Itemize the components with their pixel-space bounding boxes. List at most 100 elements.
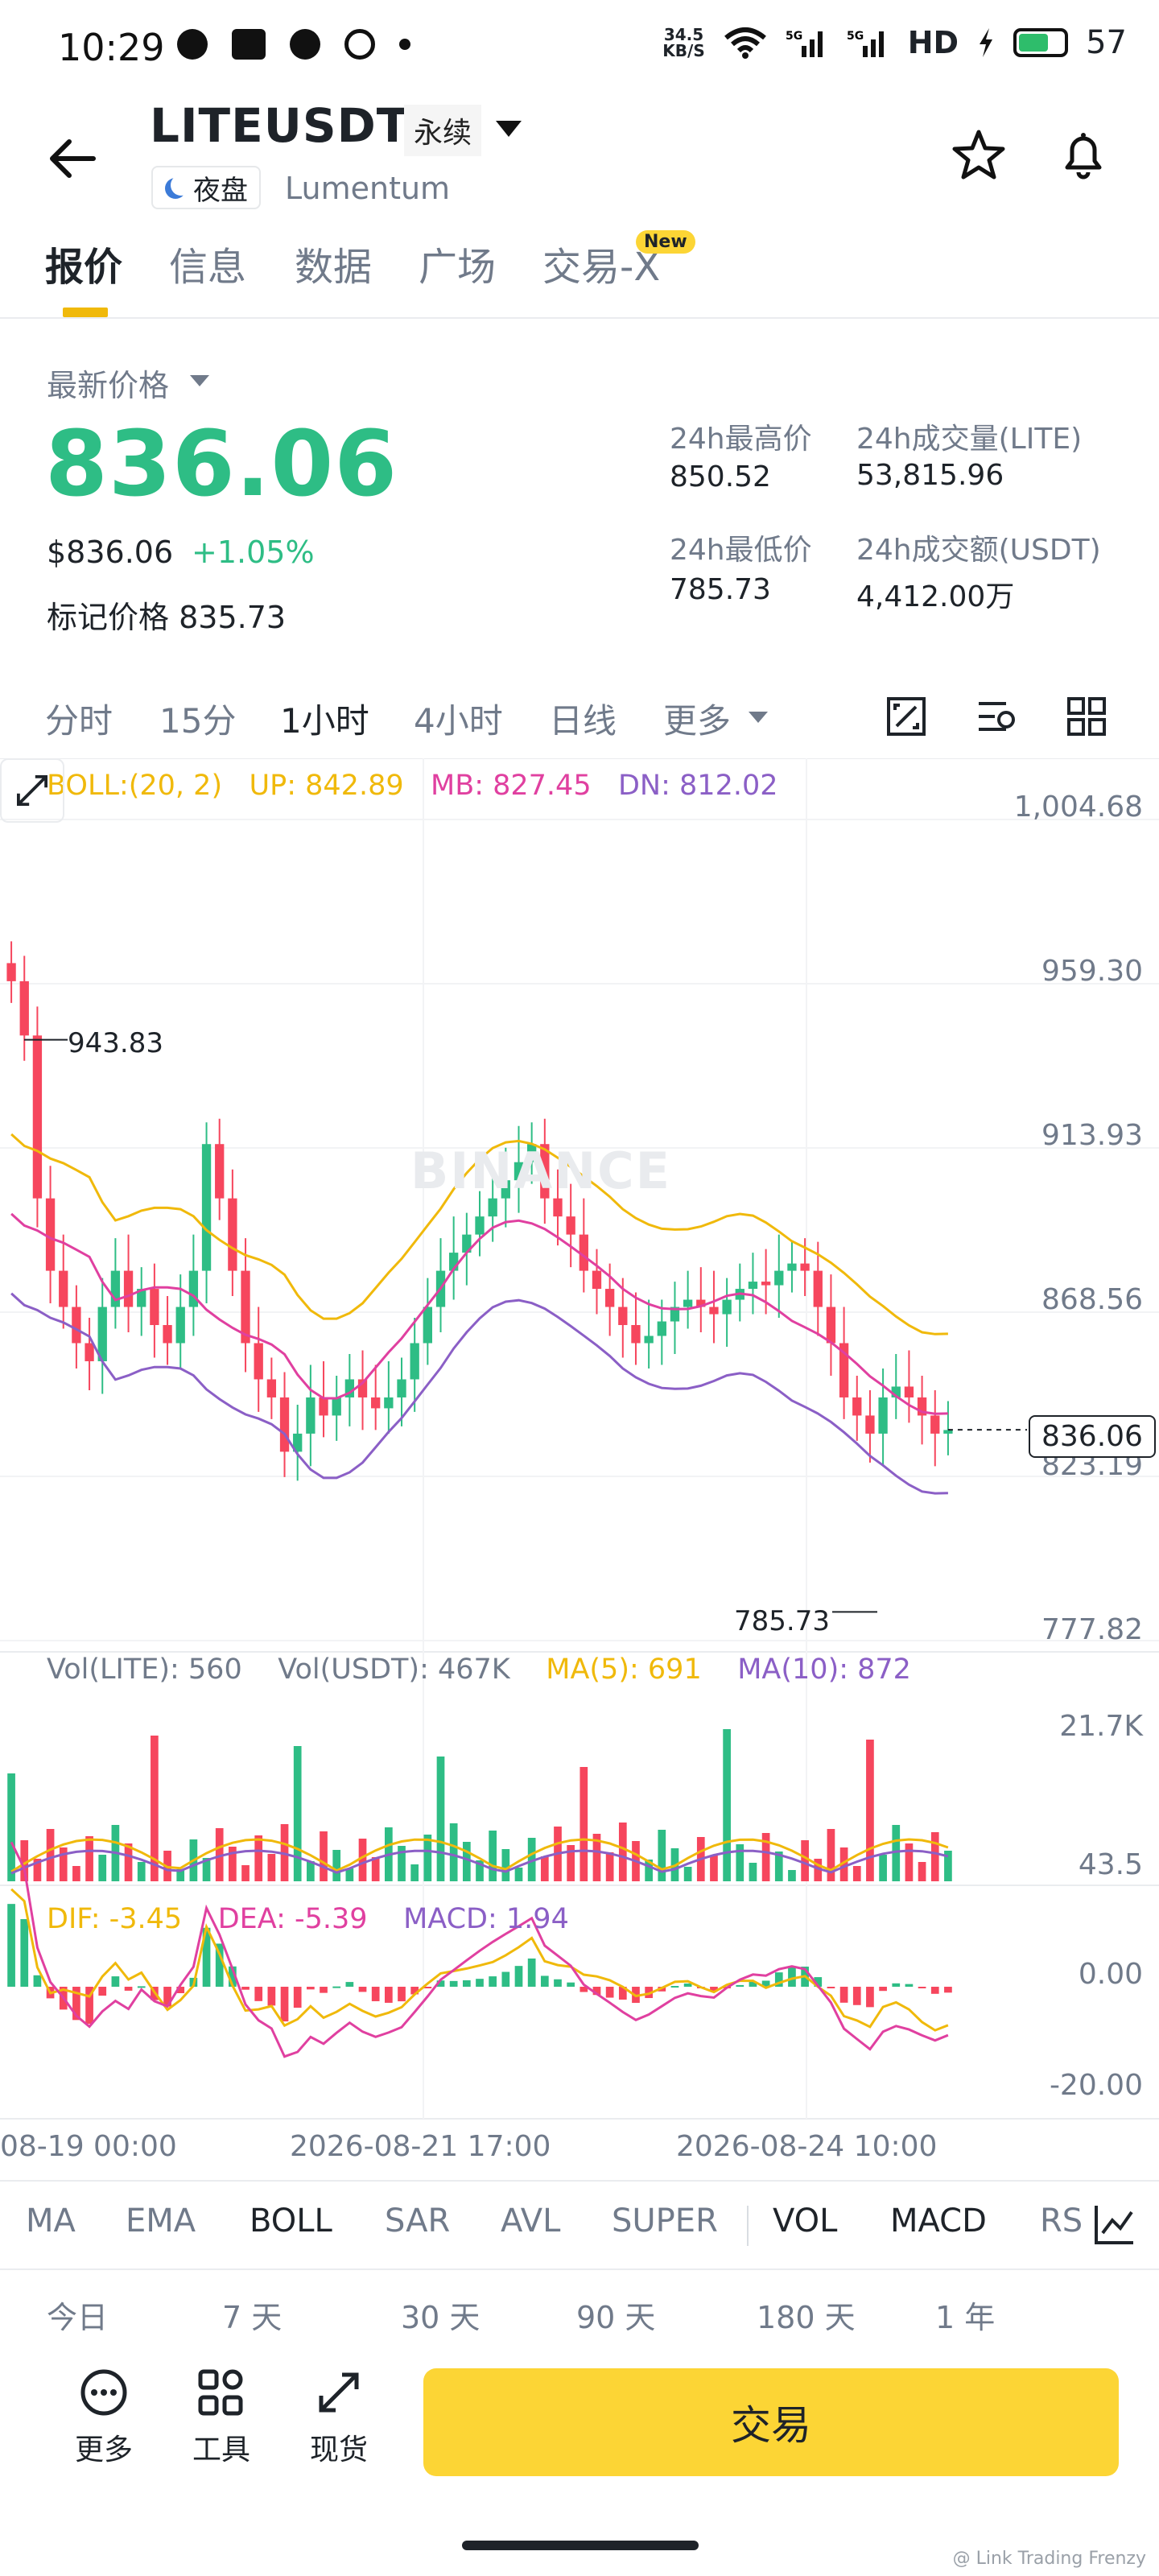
macd-histogram-bar xyxy=(866,1987,874,2008)
kline-chart[interactable]: BINANCE BOLL:(20, 2) UP: 842.89 MB: 827.… xyxy=(0,758,1159,2163)
app-notification-icon xyxy=(344,29,375,60)
indicator-boll[interactable]: BOLL xyxy=(250,2202,332,2240)
indicator-settings-chart-icon[interactable] xyxy=(1091,2201,1138,2248)
macd-histogram-bar xyxy=(449,1980,458,1987)
range-30d[interactable]: 30 天 xyxy=(401,2293,480,2337)
volume-bar xyxy=(852,1866,861,1881)
spot-button[interactable]: 现货 xyxy=(295,2367,383,2468)
high-24h-label: 24h最高价 xyxy=(670,423,812,456)
boll-legend-up: UP: 842.89 xyxy=(249,770,404,802)
indicator-ma[interactable]: MA xyxy=(26,2202,76,2240)
range-1y[interactable]: 1 年 xyxy=(935,2293,995,2337)
latest-price-label[interactable]: 最新价格 xyxy=(47,361,169,405)
indicator-macd[interactable]: MACD xyxy=(890,2202,987,2240)
last-price: 836.06 xyxy=(45,412,398,517)
candle-body xyxy=(826,1307,836,1344)
candle-body xyxy=(423,1307,432,1344)
boll-legend-mb: MB: 827.45 xyxy=(431,770,592,802)
battery-level: 57 xyxy=(1086,24,1127,61)
candle-body xyxy=(188,1270,199,1307)
macd-histogram-bar xyxy=(839,1987,848,2003)
candle-body xyxy=(279,1397,290,1452)
interval-daily[interactable]: 日线 xyxy=(549,694,617,743)
indicator-avl[interactable]: AVL xyxy=(501,2202,560,2240)
interval-15m[interactable]: 15分 xyxy=(159,694,236,743)
macd-histogram-bar xyxy=(892,1983,901,1987)
interval-time-share[interactable]: 分时 xyxy=(45,694,113,743)
candle-body xyxy=(306,1397,316,1434)
more-intervals-dropdown-icon[interactable] xyxy=(749,712,768,723)
candle-body xyxy=(228,1198,237,1271)
volume-bar xyxy=(72,1866,80,1881)
credit-text: @ Link Trading Frenzy xyxy=(952,2549,1146,2569)
network-speed-value: 34.5 xyxy=(663,25,704,44)
tools-button[interactable]: 工具 xyxy=(177,2367,266,2468)
indicator-vol[interactable]: VOL xyxy=(773,2202,837,2240)
range-180d[interactable]: 180 天 xyxy=(757,2293,856,2337)
alert-bell-icon[interactable] xyxy=(1054,126,1112,184)
fullscreen-chart-icon[interactable] xyxy=(884,694,929,739)
symbol-dropdown-icon[interactable] xyxy=(496,121,522,137)
status-time: 10:29 xyxy=(58,26,165,69)
range-today[interactable]: 今日 xyxy=(47,2293,108,2337)
volume-bar xyxy=(85,1836,93,1881)
interval-more[interactable]: 更多 xyxy=(663,694,731,743)
volume-bar xyxy=(46,1829,55,1881)
network-speed: 34.5 KB/S xyxy=(662,27,704,59)
macd-histogram-bar xyxy=(462,1980,471,1987)
volume-quote-label: 24h成交额(USDT) xyxy=(856,534,1101,567)
candle-body xyxy=(371,1397,381,1409)
charging-icon xyxy=(980,28,993,57)
symbol-title[interactable]: LITEUSDT xyxy=(150,98,409,153)
interval-4h[interactable]: 4小时 xyxy=(414,694,503,743)
volume-bar xyxy=(918,1862,926,1881)
macd-histogram-bar xyxy=(254,1987,263,2001)
macd-histogram-bar xyxy=(371,1987,380,2001)
more-button[interactable]: 更多 xyxy=(60,2367,148,2468)
macd-histogram-bar xyxy=(307,1987,315,1990)
range-90d[interactable]: 90 天 xyxy=(576,2293,655,2337)
volume-bar xyxy=(723,1729,731,1881)
interval-1h[interactable]: 1小时 xyxy=(280,694,369,743)
time-axis-label: 08-19 00:00 xyxy=(0,2130,177,2163)
layout-grid-icon[interactable] xyxy=(1064,694,1109,739)
candle-body xyxy=(657,1321,666,1336)
trade-button[interactable]: 交易 xyxy=(423,2368,1119,2476)
macd-histogram-bar xyxy=(827,1987,835,1988)
macd-histogram-bar xyxy=(567,1982,575,1987)
expand-chart-icon[interactable] xyxy=(0,758,64,823)
indicator-sar[interactable]: SAR xyxy=(385,2202,450,2240)
wifi-icon xyxy=(724,27,766,59)
volume-bar xyxy=(320,1831,328,1881)
candle-body xyxy=(604,1289,615,1307)
binance-watermark: BINANCE xyxy=(410,1141,671,1200)
price-axis-label: 1,004.68 xyxy=(1013,791,1143,824)
macd-histogram-bar xyxy=(540,1975,549,1987)
candle-body xyxy=(748,1282,758,1290)
chart-settings-icon[interactable] xyxy=(974,694,1019,739)
macd-histogram-bar xyxy=(527,1958,536,1987)
price-axis-label: 913.93 xyxy=(1041,1119,1143,1152)
candle-body xyxy=(254,1343,263,1380)
indicator-super[interactable]: SUPER xyxy=(612,2202,718,2240)
indicator-ema[interactable]: EMA xyxy=(126,2202,196,2240)
spot-swap-icon xyxy=(319,2372,359,2413)
tab-data[interactable]: 数据 xyxy=(295,235,372,291)
candle-body xyxy=(19,980,29,1036)
macd-histogram-bar xyxy=(385,1987,393,2003)
candle-body xyxy=(59,1270,68,1307)
latest-price-dropdown-icon[interactable] xyxy=(190,375,209,386)
range-7d[interactable]: 7 天 xyxy=(222,2293,282,2337)
news-notification-icon xyxy=(232,29,266,60)
macd-histogram-bar xyxy=(944,1987,952,1993)
volume-bar xyxy=(267,1854,276,1881)
candle-body xyxy=(761,1282,771,1286)
tab-square[interactable]: 广场 xyxy=(419,235,496,291)
back-arrow-icon[interactable] xyxy=(45,130,101,187)
volume-bar xyxy=(540,1856,549,1881)
indicator-rsi[interactable]: RS xyxy=(1040,2202,1083,2240)
tab-quote[interactable]: 报价 xyxy=(45,235,122,291)
candle-body xyxy=(709,1307,719,1315)
favorite-star-icon[interactable] xyxy=(950,126,1008,184)
tab-info[interactable]: 信息 xyxy=(169,235,246,291)
